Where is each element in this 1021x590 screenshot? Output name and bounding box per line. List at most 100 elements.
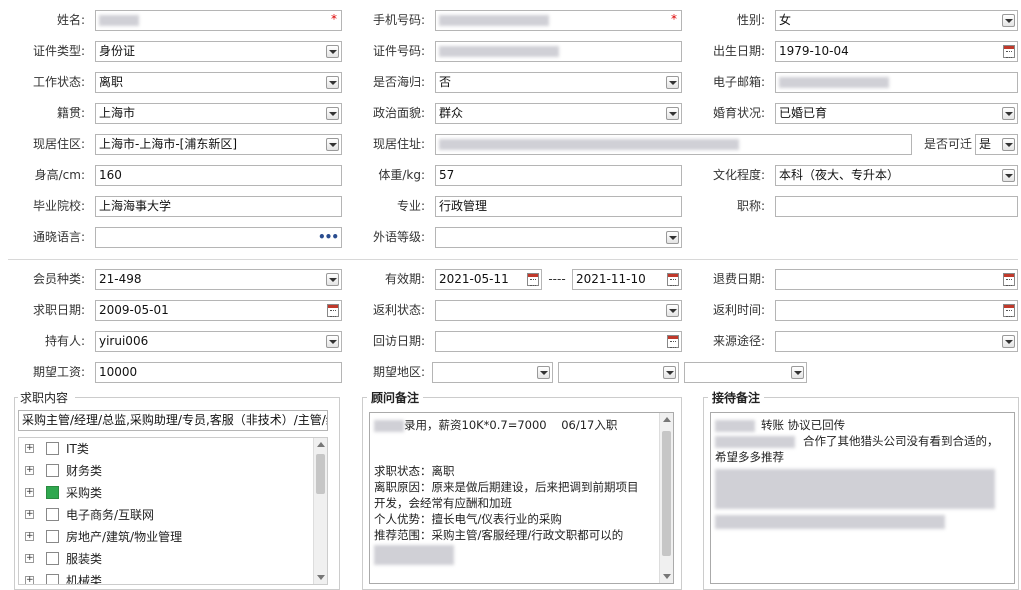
tree-node-label: 机械类 bbox=[66, 574, 103, 585]
chevron-down-icon[interactable] bbox=[326, 76, 339, 89]
note-scrollbar[interactable] bbox=[659, 413, 673, 583]
major-field[interactable]: 行政管理 bbox=[435, 196, 682, 217]
expand-icon[interactable]: + bbox=[25, 510, 34, 519]
blurred-value bbox=[779, 77, 889, 88]
chevron-down-icon[interactable] bbox=[666, 107, 679, 120]
chevron-down-icon[interactable] bbox=[1002, 107, 1015, 120]
expand-icon[interactable]: + bbox=[25, 576, 34, 584]
region-city-select[interactable] bbox=[558, 362, 679, 383]
overseas-select[interactable]: 否 bbox=[435, 72, 682, 93]
note-line: 推荐范围：采购主管/客服经理/行政文职都可以的 bbox=[374, 528, 624, 542]
section-divider bbox=[8, 259, 1018, 260]
relocate-select[interactable]: 是 bbox=[975, 134, 1018, 155]
chevron-down-icon[interactable] bbox=[1002, 138, 1015, 151]
chevron-down-icon[interactable] bbox=[326, 45, 339, 58]
member-type-select[interactable]: 21-498 bbox=[95, 269, 342, 290]
consultant-note-textarea[interactable]: 录用，薪资10K*0.7=7000 06/17入职 求职状态：离职 离职原因：原来是… bbox=[369, 412, 674, 584]
email-field[interactable] bbox=[775, 72, 1018, 93]
chevron-down-icon[interactable] bbox=[537, 366, 550, 379]
expand-icon[interactable]: + bbox=[25, 488, 34, 497]
marital-select[interactable]: 已婚已育 bbox=[775, 103, 1018, 124]
political-select[interactable]: 群众 bbox=[435, 103, 682, 124]
valid-from-field[interactable]: 2021-05-11 bbox=[435, 269, 542, 290]
calendar-icon[interactable] bbox=[527, 273, 539, 286]
chevron-down-icon[interactable] bbox=[326, 107, 339, 120]
source-select[interactable] bbox=[775, 331, 1018, 352]
blurred-value bbox=[439, 46, 559, 57]
holder-select[interactable]: yirui006 bbox=[95, 331, 342, 352]
chevron-down-icon[interactable] bbox=[326, 273, 339, 286]
chevron-down-icon[interactable] bbox=[666, 304, 679, 317]
rebate-status-select[interactable] bbox=[435, 300, 682, 321]
weight-field[interactable]: 57 bbox=[435, 165, 682, 186]
id-type-select[interactable]: 身份证 bbox=[95, 41, 342, 62]
education-select[interactable]: 本科（夜大、专升本） bbox=[775, 165, 1018, 186]
expand-icon[interactable]: + bbox=[25, 554, 34, 563]
rebate-time-field[interactable] bbox=[775, 300, 1018, 321]
scroll-down-icon[interactable] bbox=[663, 574, 671, 579]
language-field[interactable]: ••• bbox=[95, 227, 342, 248]
expand-icon[interactable]: + bbox=[25, 444, 34, 453]
scroll-up-icon[interactable] bbox=[317, 442, 325, 447]
member-type-label: 会员种类: bbox=[32, 272, 85, 286]
work-status-select[interactable]: 离职 bbox=[95, 72, 342, 93]
checkbox-checked[interactable] bbox=[46, 486, 59, 499]
region-district-select[interactable] bbox=[684, 362, 807, 383]
gender-select[interactable]: 女 bbox=[775, 10, 1018, 31]
chevron-down-icon[interactable] bbox=[791, 366, 804, 379]
checkbox[interactable] bbox=[46, 442, 59, 455]
height-field[interactable]: 160 bbox=[95, 165, 342, 186]
lang-level-select[interactable] bbox=[435, 227, 682, 248]
calendar-icon[interactable] bbox=[667, 273, 679, 286]
checkbox[interactable] bbox=[46, 574, 59, 584]
job-summary-field[interactable]: 采购主管/经理/总监,采购助理/专员,客服（非技术）/主管/经 bbox=[18, 410, 328, 431]
scroll-thumb[interactable] bbox=[316, 454, 325, 494]
chevron-down-icon[interactable] bbox=[666, 76, 679, 89]
job-category-tree[interactable]: + IT类 + 财务类 + 采购类 + 电子商务/互联网 + 房地产/建筑/物业管理 + 服… bbox=[18, 437, 328, 585]
id-no-field[interactable] bbox=[435, 41, 682, 62]
chevron-down-icon[interactable] bbox=[1002, 169, 1015, 182]
valid-to-field[interactable]: 2021-11-10 bbox=[572, 269, 682, 290]
expand-icon[interactable]: + bbox=[25, 466, 34, 475]
chevron-down-icon[interactable] bbox=[326, 335, 339, 348]
calendar-icon[interactable] bbox=[1003, 273, 1015, 286]
checkbox[interactable] bbox=[46, 530, 59, 543]
group-border bbox=[764, 397, 1018, 398]
chevron-down-icon[interactable] bbox=[1002, 335, 1015, 348]
tree-scrollbar[interactable] bbox=[313, 438, 327, 584]
valid-from-value: 2021-05-11 bbox=[439, 272, 509, 286]
phone-field[interactable]: * bbox=[435, 10, 682, 31]
region-province-select[interactable] bbox=[432, 362, 553, 383]
residence-area-select[interactable]: 上海市-上海市-[浦东新区] bbox=[95, 134, 342, 155]
refund-date-field[interactable] bbox=[775, 269, 1018, 290]
visit-date-field[interactable] bbox=[435, 331, 682, 352]
salary-field[interactable]: 10000 bbox=[95, 362, 342, 383]
calendar-icon[interactable] bbox=[327, 304, 339, 317]
chevron-down-icon[interactable] bbox=[1002, 14, 1015, 27]
job-date-field[interactable]: 2009-05-01 bbox=[95, 300, 342, 321]
chevron-down-icon[interactable] bbox=[666, 231, 679, 244]
checkbox[interactable] bbox=[46, 552, 59, 565]
name-field[interactable]: * bbox=[95, 10, 342, 31]
calendar-icon[interactable] bbox=[1003, 304, 1015, 317]
chevron-down-icon[interactable] bbox=[663, 366, 676, 379]
checkbox[interactable] bbox=[46, 464, 59, 477]
reception-note-textarea[interactable]: 转账 协议已回传 合作了其他猎头公司没有看到合适的， 希望多多推荐 bbox=[710, 412, 1015, 584]
calendar-icon[interactable] bbox=[667, 335, 679, 348]
more-dots-icon[interactable]: ••• bbox=[318, 228, 339, 247]
scroll-up-icon[interactable] bbox=[663, 417, 671, 422]
title-field[interactable] bbox=[775, 196, 1018, 217]
expand-icon[interactable]: + bbox=[25, 532, 34, 541]
birthday-field[interactable]: 1979-10-04 bbox=[775, 41, 1018, 62]
note-line: 个人优势：擅长电气/仪表行业的采购 bbox=[374, 512, 562, 526]
native-place-select[interactable]: 上海市 bbox=[95, 103, 342, 124]
scroll-thumb[interactable] bbox=[662, 431, 671, 556]
relocate-value: 是 bbox=[979, 137, 992, 151]
calendar-icon[interactable] bbox=[1003, 45, 1015, 58]
work-status-label: 工作状态: bbox=[32, 75, 85, 89]
school-field[interactable]: 上海海事大学 bbox=[95, 196, 342, 217]
scroll-down-icon[interactable] bbox=[317, 575, 325, 580]
chevron-down-icon[interactable] bbox=[326, 138, 339, 151]
residence-addr-field[interactable] bbox=[435, 134, 912, 155]
checkbox[interactable] bbox=[46, 508, 59, 521]
